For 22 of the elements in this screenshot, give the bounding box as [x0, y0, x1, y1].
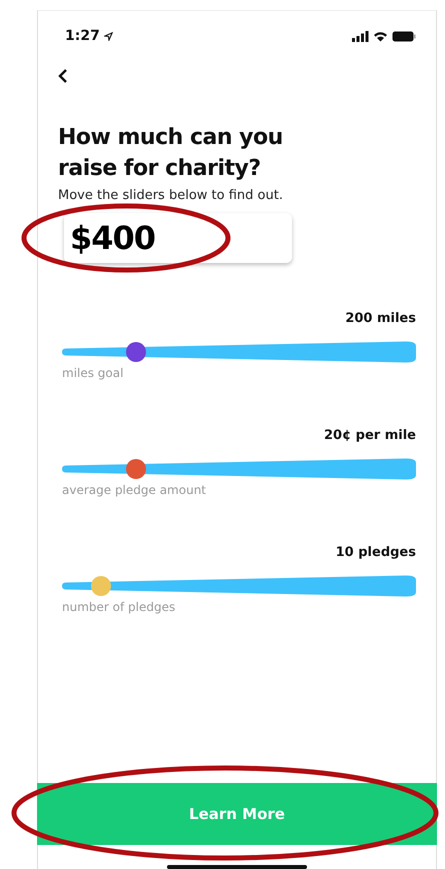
slider-thumb[interactable]	[126, 342, 146, 362]
battery-icon	[392, 30, 416, 42]
slider-value: 20¢ per mile	[324, 428, 416, 443]
slider[interactable]	[62, 340, 416, 364]
total-amount-card: $400	[64, 213, 292, 263]
slider-label: miles goal	[62, 366, 124, 380]
wifi-icon	[373, 30, 388, 42]
slider[interactable]	[62, 457, 416, 481]
status-time: 1:27	[65, 28, 100, 44]
slider-thumb[interactable]	[126, 459, 146, 479]
learn-more-button[interactable]: Learn More	[37, 783, 437, 845]
slider-thumb[interactable]	[90, 576, 111, 596]
slider-value: 10 pledges	[336, 545, 416, 560]
slider-value: 200 miles	[345, 311, 416, 326]
page-title: How much can you raise for charity?	[58, 124, 284, 183]
slider-label: average pledge amount	[62, 483, 208, 497]
signal-icon	[352, 30, 369, 42]
slider[interactable]	[62, 574, 416, 598]
back-icon[interactable]	[58, 68, 68, 84]
subtitle: Move the sliders below to find out.	[58, 188, 284, 203]
location-arrow-icon	[104, 32, 113, 40]
slider-label: number of pledges	[62, 600, 176, 614]
